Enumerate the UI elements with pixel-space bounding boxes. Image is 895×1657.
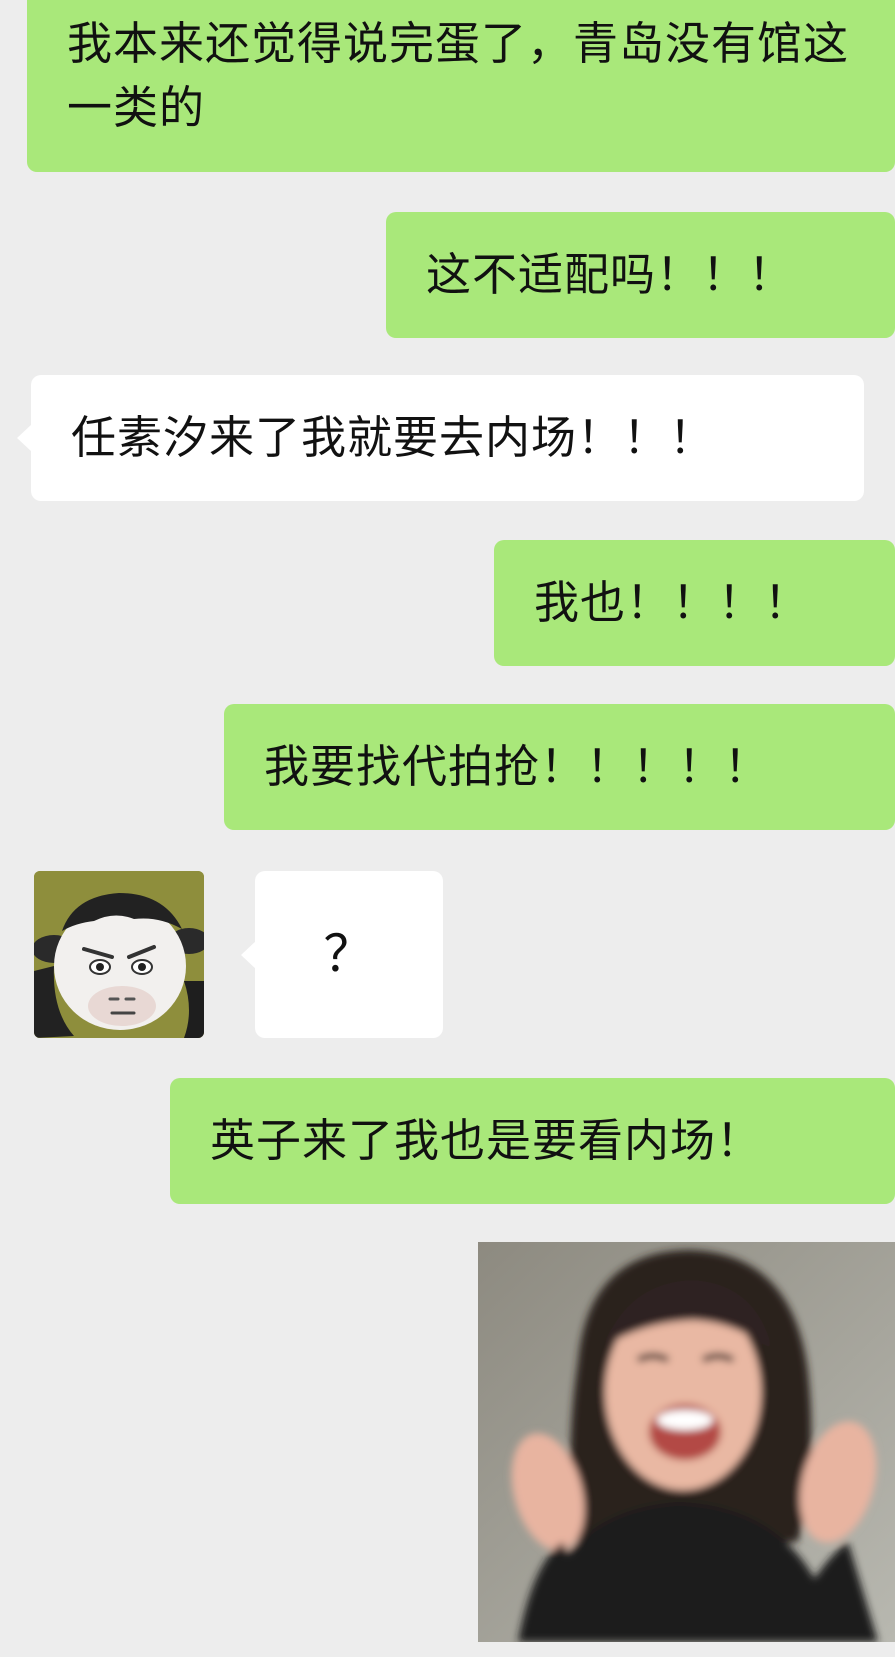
chat-message-list[interactable]: 我本来还觉得说完蛋了，青岛没有馆这一类的 这不适配吗！！！ 任素汐来了我就要去内…: [0, 0, 895, 1657]
sent-message-bubble[interactable]: 我要找代拍抢！！！！！: [224, 704, 895, 830]
message-text: 我也！！！！: [534, 576, 811, 629]
laughing-woman-sticker[interactable]: [478, 1242, 895, 1642]
message-text: 任素汐来了我就要去内场！！！: [71, 411, 716, 464]
cow-face-icon: [34, 871, 204, 1038]
received-message-bubble[interactable]: ？: [241, 871, 443, 1038]
message-text: 这不适配吗！！！: [426, 248, 795, 301]
sent-message-bubble[interactable]: 我也！！！！: [494, 540, 895, 666]
sent-message-bubble[interactable]: 英子来了我也是要看内场！: [170, 1078, 895, 1204]
message-text: 我本来还觉得说完蛋了，青岛没有馆这一类的: [67, 17, 850, 134]
received-message-bubble[interactable]: 任素汐来了我就要去内场！！！: [17, 375, 864, 501]
sent-message-bubble[interactable]: 我本来还觉得说完蛋了，青岛没有馆这一类的: [27, 0, 895, 172]
sticker-image: [478, 1242, 895, 1642]
message-text: 英子来了我也是要看内场！: [210, 1114, 763, 1167]
message-text: 我要找代拍抢！！！！！: [264, 740, 771, 793]
cow-face-avatar-icon[interactable]: [34, 871, 204, 1038]
sent-message-bubble[interactable]: 这不适配吗！！！: [386, 212, 895, 338]
message-text: ？: [323, 925, 375, 983]
